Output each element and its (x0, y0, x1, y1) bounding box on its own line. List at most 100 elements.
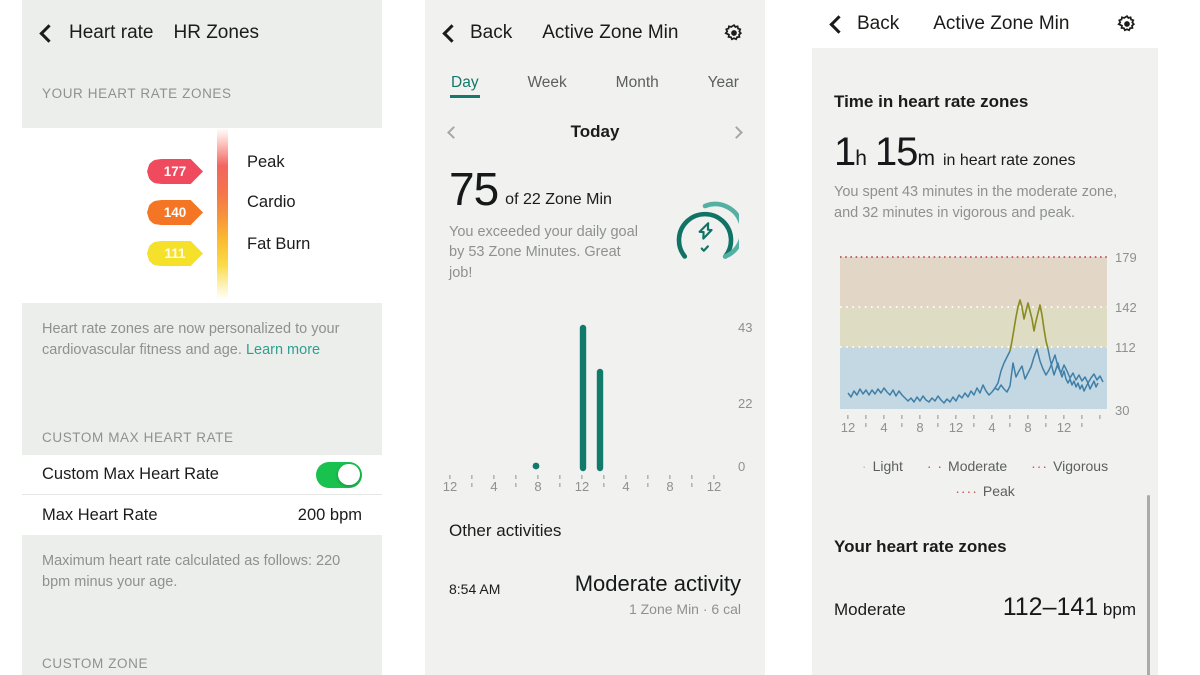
zone-gradient-bar (217, 128, 228, 300)
panel1-header: Heart rate HR Zones YOUR HEART RATE ZONE… (22, 0, 382, 128)
section-caption-custom-max-hr: CUSTOM MAX HEART RATE (22, 396, 382, 456)
chart-legend: · Light · · Moderate ··· Vigorous ···· Peak (834, 440, 1136, 504)
back-button[interactable]: Back (442, 22, 513, 44)
zone-label-cardio: Cardio (247, 193, 296, 211)
x-tick-6: 12 (707, 479, 721, 494)
y-tick-179: 179 (1115, 250, 1136, 265)
row-max-heart-rate-value: 200 bpm (297, 505, 362, 524)
zone-label-peak: Peak (247, 153, 285, 171)
band-moderate (840, 307, 1107, 348)
chevron-left-icon[interactable] (442, 23, 461, 43)
chevron-left-icon[interactable] (447, 125, 460, 139)
activity-list-item[interactable]: 8:54 AM Moderate activity 1 Zone Min · 6… (425, 541, 765, 617)
time-tail-label: in heart rate zones (942, 152, 1076, 169)
personalization-info-block: Heart rate zones are now personalized to… (22, 303, 382, 397)
toggle-custom-max-heart-rate[interactable] (316, 461, 362, 488)
hr-zone-row-value: 112–141 bpm (1003, 593, 1136, 622)
back-button-label: Back (470, 22, 513, 43)
time-hours: 1 (834, 130, 856, 174)
panel3-header: Back Active Zone Min (812, 0, 1158, 48)
hr-zones-diagram: 177 140 111 Peak Cardio Fat Burn (22, 128, 382, 303)
activity-meta: 1 Zone Min · 6 cal (628, 601, 741, 618)
legend-dots-light: · (861, 458, 868, 475)
x-tick-2: 8 (916, 420, 923, 435)
bar-series (579, 325, 604, 472)
x-tick-5: 8 (1024, 420, 1031, 435)
chevron-left-icon[interactable] (39, 23, 58, 43)
row-max-heart-rate[interactable]: Max Heart Rate 200 bpm (22, 495, 382, 536)
y-tick-30: 30 (1115, 403, 1129, 418)
panel-active-zone-min-day: Back Active Zone Min Day Week Month Year… (425, 0, 765, 675)
chevron-right-icon[interactable] (730, 125, 743, 139)
panel2-header: Back Active Zone Min (425, 0, 765, 44)
band-light (840, 347, 1107, 410)
panel-active-zone-min-detail: Back Active Zone Min 1 Zone Min 6 cal Ti… (812, 0, 1158, 675)
tab-year[interactable]: Year (708, 74, 739, 98)
your-hr-zones-heading: Your heart rate zones (834, 536, 1007, 556)
x-axis-labels: 12 4 8 12 4 8 12 (443, 479, 721, 494)
page-title: Active Zone Min (933, 13, 1070, 34)
gear-icon[interactable] (723, 22, 745, 44)
hr-zone-row-unit: bpm (1098, 599, 1136, 619)
gear-icon[interactable] (1116, 13, 1138, 35)
back-button-label[interactable]: Back (857, 13, 899, 35)
y-axis-labels: 43 22 0 (738, 320, 752, 474)
legend-label-peak: Peak (982, 483, 1015, 500)
tab-month[interactable]: Month (616, 74, 659, 98)
back-button-label[interactable]: Heart rate (69, 22, 153, 44)
x-tick-1: 4 (880, 420, 887, 435)
zone-badge-fatburn-value: 111 (164, 246, 186, 261)
legend-label-vigorous: Vigorous (1053, 458, 1109, 475)
x-tick-2: 8 (534, 479, 541, 494)
x-tick-0: 12 (841, 420, 855, 435)
max-hr-note-block: Maximum heart rate calculated as follows… (22, 535, 382, 623)
section-caption-your-hr-zones: YOUR HEART RATE ZONES (42, 86, 232, 101)
row-max-heart-rate-label: Max Heart Rate (42, 505, 158, 524)
tab-day[interactable]: Day (450, 74, 480, 98)
y-axis-labels: 179 142 112 30 (1115, 250, 1137, 418)
page-title: HR Zones (173, 22, 260, 43)
y-tick-0: 0 (738, 459, 745, 474)
legend-label-light: Light (872, 458, 903, 475)
tab-week[interactable]: Week (527, 74, 566, 98)
goal-progress-ring (671, 198, 745, 266)
x-tick-4: 4 (622, 479, 629, 494)
learn-more-link[interactable]: Learn more (246, 342, 320, 358)
activity-title: Moderate activity (574, 571, 741, 597)
y-tick-142: 142 (1115, 300, 1136, 315)
time-hours-unit: h (855, 147, 867, 170)
x-axis-labels: 12 4 8 12 4 8 12 (841, 420, 1071, 435)
x-tick-1: 4 (490, 479, 497, 494)
row-custom-max-heart-rate[interactable]: Custom Max Heart Rate (22, 455, 382, 496)
y-tick-22: 22 (738, 396, 752, 411)
heart-rate-zones-line-chart: 12 4 8 12 4 8 12 179 142 112 30 (834, 245, 1150, 675)
hr-zone-row-moderate[interactable]: Moderate 112–141 bpm (834, 557, 1136, 622)
x-tick-0: 12 (443, 479, 457, 494)
panel1-nav-row: Heart rate HR Zones (39, 22, 362, 44)
time-minutes-unit: m (917, 147, 935, 170)
x-tick-3: 12 (575, 479, 589, 494)
activity-details: Moderate activity 1 Zone Min · 6 cal (575, 571, 741, 617)
zone-badge-peak-value: 177 (163, 164, 187, 179)
zone-badge-peak: 177 (147, 159, 203, 184)
time-in-zones-value: 1 h 15 m in heart rate zones (834, 112, 1136, 172)
row-custom-max-heart-rate-label: Custom Max Heart Rate (42, 465, 219, 484)
screenshot-stage: Heart rate HR Zones YOUR HEART RATE ZONE… (0, 0, 1200, 675)
legend-dots-vigorous: ··· (1031, 458, 1049, 475)
period-tabs: Day Week Month Year (425, 44, 765, 98)
other-activities-heading: Other activities (449, 521, 562, 541)
chevron-left-icon[interactable] (829, 14, 848, 34)
legend-item-light: · Light (862, 454, 903, 479)
toggle-knob (338, 463, 360, 486)
panel3-body: Time in heart rate zones 1 h 15 m in hea… (812, 48, 1158, 675)
time-minutes: 15 (874, 130, 918, 174)
legend-item-peak: ···· Peak (955, 479, 1015, 504)
band-vigorous (840, 257, 1107, 308)
legend-item-vigorous: ··· Vigorous (1031, 454, 1108, 479)
vertical-scrollbar[interactable] (1147, 495, 1150, 675)
zone-minutes-value: 75 (449, 163, 499, 215)
day-navigator: Today (425, 98, 765, 142)
bar-dot-small (532, 463, 540, 470)
personalization-info-text: Heart rate zones are now personalized to… (42, 319, 362, 360)
zone-minutes-bar-chart: 12 4 8 12 4 8 12 43 22 0 (425, 305, 765, 495)
